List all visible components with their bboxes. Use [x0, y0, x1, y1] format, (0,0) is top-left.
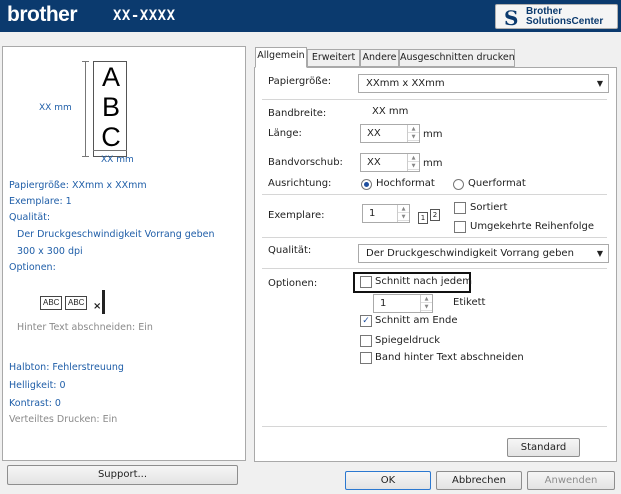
solutions-center-label: Brother SolutionsCenter: [526, 6, 604, 27]
apply-button[interactable]: Anwenden: [527, 471, 615, 490]
quality-label: Qualität:: [268, 245, 312, 256]
tab-cut-printing[interactable]: Ausgeschnitten drucken: [399, 49, 515, 67]
paper-size-label: Papiergröße:: [268, 76, 332, 87]
collate-label[interactable]: Sortiert: [470, 202, 507, 213]
length-unit: mm: [423, 129, 443, 140]
solutions-center-icon: S: [504, 6, 519, 30]
landscape-radio[interactable]: [453, 179, 464, 190]
tab-other[interactable]: Andere: [360, 49, 399, 67]
cut-after-text-label[interactable]: Band hinter Text abschneiden: [375, 352, 524, 363]
orientation-label: Ausrichtung:: [268, 178, 332, 189]
mirror-checkbox[interactable]: [360, 335, 372, 347]
height-dimension-label: XX mm: [39, 103, 72, 113]
general-tab-panel: [254, 67, 617, 462]
height-dimension-line: [82, 61, 89, 157]
summary-contrast: Kontrast: 0: [9, 398, 61, 409]
options-label: Optionen:: [268, 278, 318, 289]
divider: [262, 268, 607, 269]
divider: [262, 99, 607, 100]
cut-after-text-checkbox[interactable]: [360, 352, 372, 364]
cut-line-icon: [102, 290, 105, 314]
header-bar: brother XX-XXXX S Brother SolutionsCente…: [0, 0, 621, 32]
divider: [262, 426, 607, 427]
summary-options-label: Optionen:: [9, 262, 56, 273]
label-preview: A B C: [93, 61, 127, 157]
feed-unit: mm: [423, 158, 443, 169]
support-button[interactable]: Support...: [7, 465, 238, 485]
collate-icon: 1 2: [418, 209, 444, 224]
summary-distributed: Verteiltes Drucken: Ein: [9, 414, 118, 425]
preview-letter-c: C: [101, 122, 121, 152]
summary-cut-after-text: Hinter Text abschneiden: Ein: [17, 322, 153, 333]
printer-model: XX-XXXX: [113, 8, 176, 24]
copies-label: Exemplare:: [268, 210, 325, 221]
cut-every-unit: Etikett: [453, 297, 486, 308]
portrait-radio[interactable]: [361, 179, 372, 190]
tab-general[interactable]: Allgemein: [255, 47, 307, 68]
copies-stepper[interactable]: 1 ▲ ▼: [362, 204, 410, 223]
chevron-down-icon: ▼: [596, 79, 603, 88]
width-dimension-label: XX mm: [101, 155, 134, 165]
length-stepper[interactable]: XX ▲ ▼: [360, 124, 420, 143]
tab-advanced[interactable]: Erweitert: [307, 49, 360, 67]
divider: [262, 237, 607, 238]
summary-resolution: 300 x 300 dpi: [17, 246, 83, 257]
cut-mark-icon: ×: [93, 301, 102, 312]
cut-at-end-checkbox[interactable]: ✓: [360, 315, 372, 327]
quality-select[interactable]: Der Druckgeschwindigkeit Vorrang geben ▼: [358, 244, 609, 263]
mirror-label[interactable]: Spiegeldruck: [375, 335, 440, 346]
chevron-down-icon: ▼: [596, 249, 603, 258]
landscape-label[interactable]: Querformat: [468, 178, 526, 189]
preview-letter-b: B: [101, 92, 120, 122]
summary-quality-label: Qualität:: [9, 212, 51, 223]
preview-letter-a: A: [101, 62, 120, 92]
reverse-order-checkbox[interactable]: [454, 221, 466, 233]
collate-checkbox[interactable]: [454, 202, 466, 214]
width-dimension-line: [93, 150, 127, 151]
summary-brightness: Helligkeit: 0: [9, 380, 66, 391]
cut-every-checkbox[interactable]: [360, 276, 372, 288]
settings-summary-panel: XX mm A B C XX mm Papiergröße: XXmm x XX…: [2, 46, 246, 461]
cut-every-label[interactable]: Schnitt nach jedem: [375, 276, 472, 287]
option-preview-abc-2: ABC: [65, 296, 88, 310]
summary-copies: Exemplare: 1: [9, 196, 72, 207]
cut-at-end-label[interactable]: Schnitt am Ende: [375, 315, 458, 326]
ok-button[interactable]: OK: [345, 471, 431, 490]
default-button[interactable]: Standard: [507, 438, 580, 457]
solutions-center-button[interactable]: S Brother SolutionsCenter: [495, 4, 618, 30]
tape-width-label: Bandbreite:: [268, 108, 327, 119]
portrait-label[interactable]: Hochformat: [376, 178, 435, 189]
summary-halftone: Halbton: Fehlerstreuung: [9, 362, 124, 373]
cancel-button[interactable]: Abbrechen: [436, 471, 522, 490]
brother-logo: brother: [7, 3, 78, 26]
feed-stepper[interactable]: XX ▲ ▼: [360, 153, 420, 172]
summary-paper-size: Papiergröße: XXmm x XXmm: [9, 180, 147, 191]
feed-label: Bandvorschub:: [268, 157, 343, 168]
divider: [262, 194, 607, 195]
tape-width-value: XX mm: [372, 106, 409, 117]
option-preview-abc-1: ABC: [40, 296, 63, 310]
reverse-order-label[interactable]: Umgekehrte Reihenfolge: [470, 221, 594, 232]
cut-every-stepper[interactable]: 1 ▲ ▼: [373, 294, 433, 313]
paper-size-select[interactable]: XXmm x XXmm ▼: [358, 74, 609, 93]
length-label: Länge:: [268, 128, 302, 139]
summary-quality-value: Der Druckgeschwindigkeit Vorrang geben: [17, 229, 215, 240]
